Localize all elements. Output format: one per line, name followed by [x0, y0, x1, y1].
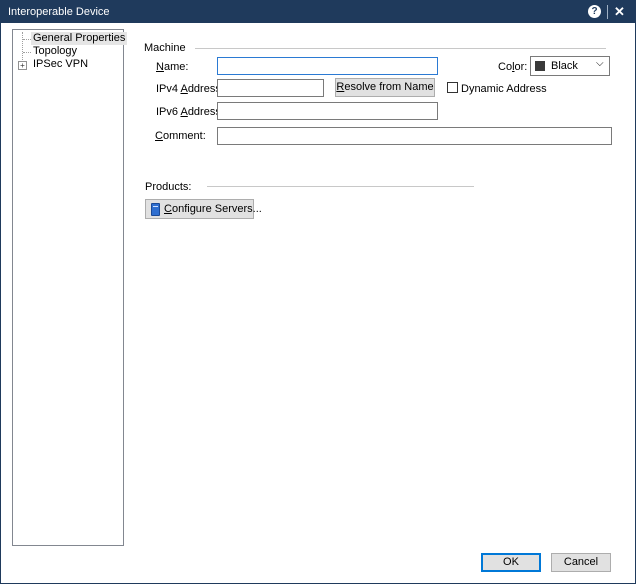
color-swatch [535, 61, 545, 71]
color-value: Black [551, 60, 578, 72]
help-icon[interactable]: ? [588, 5, 601, 18]
color-label-pre: Co [498, 61, 513, 73]
ipv6-label-pre: IPv6 [156, 106, 181, 118]
expand-plus-icon[interactable]: + [18, 61, 27, 70]
close-icon[interactable]: ✕ [614, 4, 625, 19]
dynamic-address-checkbox[interactable] [447, 82, 458, 93]
configure-servers-button[interactable]: Configure Servers... [145, 199, 262, 219]
machine-section-label: Machine [144, 42, 186, 54]
tree-item-topology[interactable]: Topology [33, 45, 77, 58]
tree-item-ipsec-vpn[interactable]: IPSec VPN [33, 58, 88, 71]
ok-button[interactable]: OK [481, 553, 541, 572]
color-dropdown[interactable]: Black ⌵ [530, 56, 610, 76]
dynamic-address-label[interactable]: Dynamic Address [461, 83, 547, 95]
server-icon [151, 203, 160, 216]
dialog-window: Interoperable Device ? ✕ General Propert… [0, 0, 636, 584]
window-title: Interoperable Device [8, 6, 110, 18]
comment-label-post: omment: [162, 130, 206, 142]
name-input[interactable] [217, 57, 438, 75]
chevron-down-icon: ⌵ [596, 58, 604, 69]
tree-connector [23, 52, 31, 53]
products-section-label: Products: [145, 181, 192, 193]
cancel-button[interactable]: Cancel [551, 553, 611, 572]
machine-section-divider [195, 48, 606, 49]
title-bar[interactable]: Interoperable Device ? ✕ [1, 1, 635, 23]
products-section-divider [207, 186, 474, 187]
color-label-post: or: [514, 61, 528, 73]
ipv4-address-label: IPv4 Address: [156, 83, 224, 95]
configure-key: C [164, 203, 172, 215]
name-label-rest: ame: [163, 61, 189, 73]
configure-servers-text: Configure Servers... [164, 200, 262, 218]
title-separator [607, 5, 608, 19]
name-label-key: N [156, 61, 164, 73]
ipv4-address-input[interactable] [217, 79, 324, 97]
tree-item-general-properties[interactable]: General Properties [31, 32, 128, 45]
ipv4-label-key: A [180, 83, 188, 95]
ipv6-address-input[interactable] [217, 102, 438, 120]
ipv4-label-pre: IPv4 [156, 83, 181, 95]
navigation-tree[interactable]: General Properties Topology + IPSec VPN [12, 29, 128, 546]
tree-connector [23, 39, 31, 40]
comment-label-key: C [155, 130, 163, 142]
name-label: Name: [156, 61, 188, 73]
comment-input[interactable] [217, 127, 612, 145]
configure-rest: onfigure Servers... [171, 203, 262, 215]
comment-label: Comment: [155, 130, 206, 142]
ipv6-address-label: IPv6 Address: [156, 106, 224, 118]
ipv6-label-key: A [180, 106, 188, 118]
resolve-from-name-button[interactable]: Resolve from Name [335, 78, 435, 97]
color-label: Color: [498, 61, 527, 73]
resolve-rest: esolve from Name [344, 81, 434, 93]
